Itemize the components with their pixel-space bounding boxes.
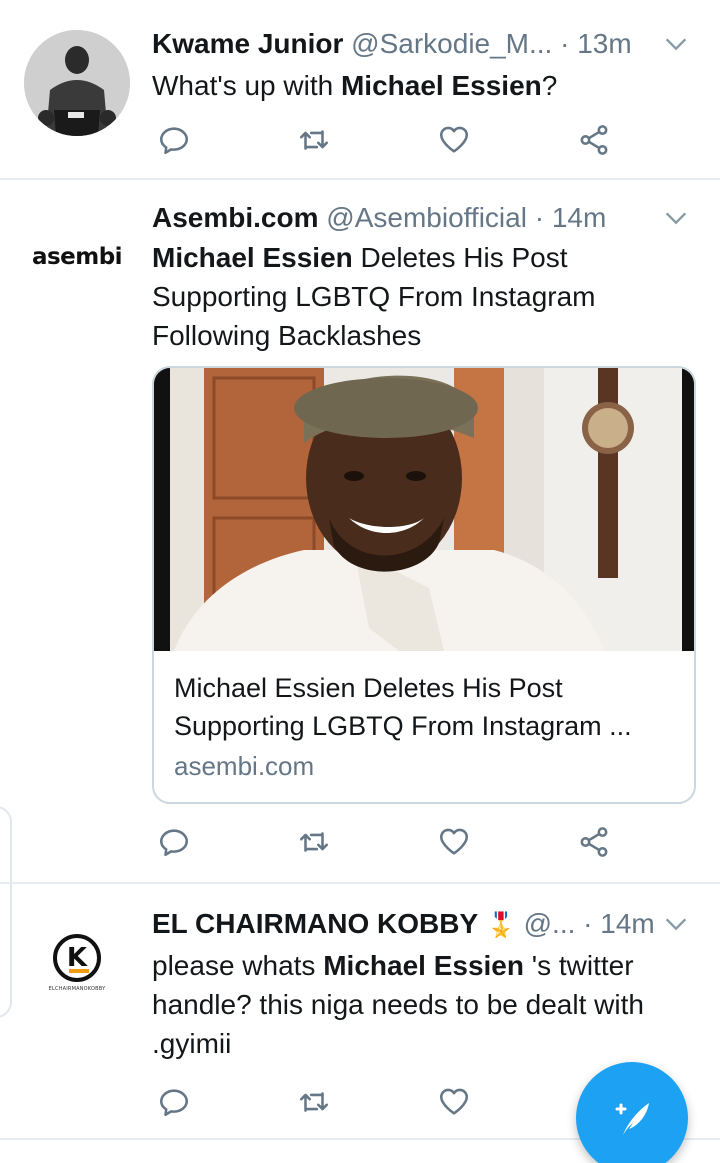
card-photo (154, 368, 694, 651)
tweet-text: Michael Essien Deletes His Post Supporti… (152, 238, 696, 355)
kobby-logo: K (53, 934, 101, 982)
share-button[interactable] (572, 118, 616, 162)
like-icon (439, 126, 469, 153)
display-name[interactable]: EL CHAIRMANO KOBBY (152, 908, 478, 939)
tweet-header: Asembi.com @Asembiofficial · 14m (152, 198, 696, 238)
asembi-logo: asembi (31, 244, 123, 270)
card-domain: asembi.com (174, 751, 315, 781)
chevron-down-icon[interactable] (662, 910, 690, 938)
avatar[interactable]: asembi (24, 204, 130, 310)
handle[interactable]: @Asembiofficial (326, 202, 527, 233)
tweet-actions (152, 118, 622, 162)
share-icon (580, 125, 608, 155)
reply-icon (159, 127, 189, 155)
card-title: Michael Essien Deletes His Post Supporti… (174, 673, 632, 741)
link-card[interactable]: Michael Essien Deletes His Post Supporti… (152, 366, 696, 804)
tweet-text-segment: What's up with (152, 70, 341, 101)
tweet-text-segment: please whats (152, 950, 324, 981)
mention-bold: Michael Essien (340, 70, 542, 101)
badge-medal-icon: 🎖️ (485, 912, 516, 939)
share-button[interactable] (572, 820, 616, 864)
like-icon (439, 828, 469, 855)
reply-icon (159, 1089, 189, 1117)
reply-button[interactable] (152, 820, 196, 864)
retweet-icon (299, 1092, 329, 1112)
timestamp[interactable]: 13m (577, 28, 631, 59)
compose-tweet-button[interactable] (576, 1062, 688, 1163)
tweet-kwame-junior[interactable]: Kwame Junior @Sarkodie_M... · 13m What's… (0, 0, 720, 180)
compose-tweet-icon (615, 1103, 649, 1135)
mention-bold: Michael Essien (323, 950, 524, 981)
card-image (154, 368, 694, 651)
share-icon (580, 827, 608, 857)
tweet-text-segment: ? (541, 70, 558, 101)
tweet-header: EL CHAIRMANO KOBBY 🎖️ @... · 14m (152, 904, 696, 944)
mention-bold: Michael Essien (152, 242, 353, 273)
card-body: Michael Essien Deletes His Post Supporti… (154, 651, 694, 802)
chevron-down-icon[interactable] (662, 30, 690, 58)
boxer-photo (24, 30, 130, 136)
avatar[interactable]: K ELCHAIRMANOKOBBY (24, 910, 130, 1016)
like-button[interactable] (432, 118, 476, 162)
separator-dot: · (534, 202, 545, 233)
tweet-actions (152, 820, 622, 864)
handle[interactable]: @... (524, 908, 576, 939)
kobby-logo-letter: K (66, 943, 88, 973)
reply-button[interactable] (152, 1080, 196, 1124)
retweet-button[interactable] (292, 820, 336, 864)
retweet-icon (299, 832, 329, 852)
separator-dot: · (560, 28, 570, 59)
handle[interactable]: @Sarkodie_M... (351, 28, 552, 59)
display-name[interactable]: Kwame Junior (152, 28, 343, 59)
retweet-button[interactable] (292, 1080, 336, 1124)
tweet-actions (152, 1080, 622, 1124)
reply-button[interactable] (152, 118, 196, 162)
timestamp[interactable]: 14m (552, 202, 606, 233)
retweet-button[interactable] (292, 118, 336, 162)
chevron-down-icon[interactable] (662, 204, 690, 232)
like-button[interactable] (432, 1080, 476, 1124)
kobby-logo-caption: ELCHAIRMANOKOBBY (48, 986, 106, 992)
separator-dot: · (583, 908, 593, 939)
tweet-text: please whats Michael Essien 's twitter h… (152, 946, 696, 1063)
tweet-asembi[interactable]: asembi Asembi.com @Asembiofficial · 14m … (0, 180, 720, 884)
timestamp[interactable]: 14m (600, 908, 654, 939)
reply-icon (159, 829, 189, 857)
retweet-icon (299, 130, 329, 150)
display-name[interactable]: Asembi.com (152, 202, 319, 233)
like-button[interactable] (432, 820, 476, 864)
like-icon (439, 1088, 469, 1115)
tweet-text: What's up with Michael Essien? (152, 66, 696, 105)
tweet-header: Kwame Junior @Sarkodie_M... · 13m (152, 24, 696, 64)
avatar[interactable] (24, 30, 130, 136)
